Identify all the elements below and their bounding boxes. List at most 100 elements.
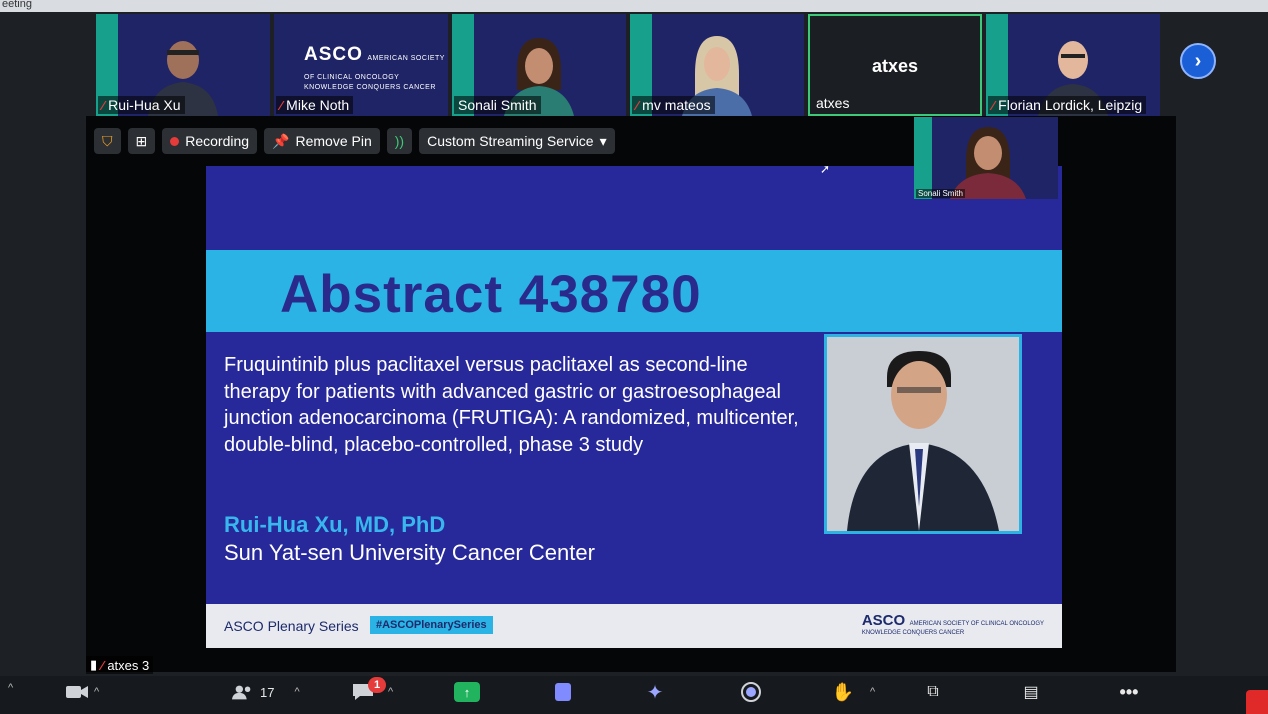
record-dot-icon [170, 136, 180, 146]
mouse-cursor-icon: ➚ [820, 162, 831, 176]
notes-icon: ▤ [1023, 684, 1039, 701]
sparkle-icon: ✦ [646, 681, 664, 704]
participant-name-tag: ⁄ Rui-Hua Xu [98, 96, 185, 114]
gallery-next-button[interactable]: › [1180, 43, 1216, 79]
leave-button[interactable] [1246, 690, 1268, 714]
participant-name-tag: ⁄ Mike Noth [276, 96, 354, 114]
participant-name-tag: ⁄ Florian Lordick, Leipzig [988, 96, 1147, 114]
chat-unread-badge: 1 [368, 677, 386, 693]
streaming-service-label: Custom Streaming Service [427, 133, 594, 149]
author-photo [824, 334, 1022, 534]
share-toolbar: ⛉ ⊞ Recording 📌 Remove Pin )) Custom Str… [94, 128, 615, 154]
rss-icon: )) [394, 133, 405, 149]
record-button[interactable] [740, 682, 762, 702]
participant-name: Sonali Smith [458, 97, 537, 113]
footer-asco-logo: ASCO AMERICAN SOCIETY OF CLINICAL ONCOLO… [862, 612, 1044, 636]
raise-hand-icon: ✋ [831, 681, 855, 702]
participant-tile[interactable]: ⁄ mv mateos [630, 14, 804, 116]
shield-icon: ⛉ [102, 132, 113, 149]
mic-muted-icon: ⁄ [280, 97, 283, 113]
more-dots-icon: ••• [1119, 681, 1139, 702]
chevron-up-icon: ^ [8, 682, 14, 694]
participant-name: Rui-Hua Xu [108, 97, 181, 113]
apps-button[interactable]: ⧉ [922, 682, 944, 702]
slide-author: Rui-Hua Xu, MD, PhD [224, 512, 446, 537]
share-arrow-icon: ↑ [454, 682, 480, 702]
footer-logo-small: AMERICAN SOCIETY OF CLINICAL ONCOLOGY [909, 621, 1044, 627]
summary-doc-icon [552, 682, 574, 702]
participant-name: mv mateos [642, 97, 711, 113]
remove-pin-label: Remove Pin [295, 133, 372, 149]
mic-muted-icon: ⁄ [636, 97, 639, 113]
chevron-up-icon: ^ [294, 686, 300, 698]
chevron-up-icon: ^ [870, 686, 876, 698]
pip-speaker-video [950, 127, 1026, 199]
participant-tile-active-speaker[interactable]: atxes atxes [808, 14, 982, 116]
people-icon [232, 682, 254, 702]
mic-muted-icon: ⁄ [101, 657, 104, 673]
more-button[interactable]: ••• [1118, 682, 1140, 702]
self-view-tag: ▮ ⁄ atxes 3 [86, 656, 154, 674]
footer-tagline: KNOWLEDGE CONQUERS CANCER [861, 630, 965, 636]
recording-button[interactable]: Recording [162, 128, 258, 154]
window-title-strip: eeting [0, 0, 1268, 12]
footer-series-label: ASCO Plenary Series [224, 618, 359, 634]
slide-footer: ASCO Plenary Series #ASCOPlenarySeries A… [206, 604, 1062, 648]
slide-institution: Sun Yat-sen University Cancer Center [224, 540, 595, 565]
participant-name-tag: Sonali Smith [454, 96, 541, 114]
signal-bars-icon: ▮ [90, 657, 98, 672]
notes-button[interactable]: ▤ [1020, 682, 1042, 702]
share-screen-button[interactable]: ↑ [454, 682, 480, 702]
recording-label: Recording [185, 133, 250, 149]
ai-companion-button[interactable]: ✦ [644, 681, 666, 704]
slide-title: Abstract 438780 [280, 265, 702, 324]
participant-name: Florian Lordick, Leipzig [998, 97, 1143, 113]
asco-logo-text: ASCO [304, 44, 363, 65]
participant-name: atxes [816, 95, 850, 111]
pinned-speaker-video[interactable]: Sonali Smith [914, 117, 1058, 199]
participant-tile[interactable]: ⁄ Rui-Hua Xu [96, 14, 270, 116]
window-title-text: eeting [2, 0, 32, 10]
participant-tile[interactable]: Sonali Smith [452, 14, 626, 116]
remove-pin-button[interactable]: 📌 Remove Pin [264, 128, 380, 154]
live-stream-button[interactable]: )) [386, 128, 413, 154]
pin-icon: 📌 [272, 132, 290, 149]
participant-tile[interactable]: ASCO AMERICAN SOCIETY OF CLINICAL ONCOLO… [274, 14, 448, 116]
presentation-slide: Abstract 438780 Fruquintinib plus paclit… [206, 166, 1062, 648]
mic-muted-icon: ⁄ [102, 97, 105, 113]
audio-options-button[interactable]: ^ [8, 682, 13, 694]
author-portrait-image [827, 337, 1019, 531]
pip-speaker-name: Sonali Smith [916, 189, 965, 198]
footer-logo-text: ASCO [861, 612, 906, 629]
video-camera-icon [66, 682, 88, 702]
summary-button[interactable] [552, 682, 574, 702]
caret-down-icon: ▾ [599, 132, 607, 149]
reflection-glare [160, 662, 1110, 676]
participants-button[interactable]: 17 ^ [232, 682, 300, 702]
video-button[interactable]: ^ [66, 682, 99, 702]
asco-tagline: KNOWLEDGE CONQUERS CANCER [304, 84, 436, 91]
chevron-up-icon: ^ [94, 686, 100, 698]
participant-name: Mike Noth [286, 97, 350, 113]
streaming-service-dropdown[interactable]: Custom Streaming Service ▾ [419, 128, 615, 154]
slide-title-band: Abstract 438780 [206, 250, 1062, 332]
tile-background-strip [914, 117, 932, 199]
participant-display-name: atxes [871, 56, 919, 76]
participant-tile[interactable]: ⁄ Florian Lordick, Leipzig [986, 14, 1160, 116]
meeting-controls-bar: ^ ^ 17 ^ ^ ↑ ✦ ✋ ^ ⧉ ▤ ••• [0, 676, 1268, 714]
grid-icon: ⊞ [135, 132, 148, 149]
chevron-up-icon: ^ [388, 686, 394, 698]
footer-hashtag: #ASCOPlenarySeries [370, 616, 493, 634]
view-options-button[interactable]: ⊞ [127, 128, 156, 154]
participants-count: 17 [260, 684, 275, 700]
security-button[interactable]: ⛉ [94, 128, 121, 154]
self-view-name: atxes 3 [107, 657, 150, 673]
reactions-button[interactable]: ✋ ^ [832, 682, 875, 702]
apps-icon: ⧉ [927, 683, 939, 700]
asco-logo: ASCO AMERICAN SOCIETY OF CLINICAL ONCOLO… [304, 44, 448, 91]
chevron-right-icon: › [1194, 49, 1202, 72]
participant-name-tag: atxes [812, 94, 853, 112]
slide-abstract-text: Fruquintinib plus paclitaxel versus pacl… [224, 354, 799, 456]
record-circle-icon [740, 682, 762, 702]
mic-muted-icon: ⁄ [992, 97, 995, 113]
